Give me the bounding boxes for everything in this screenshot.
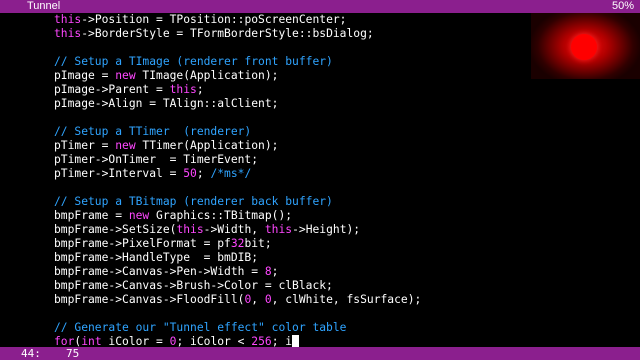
code-token: /*ms*/: [210, 167, 252, 180]
text-cursor: [292, 335, 300, 347]
code-line: bmpFrame = new Graphics::TBitmap();: [54, 209, 292, 223]
status-bar: 44: 75: [0, 347, 640, 360]
code-line: // Setup a TTimer (renderer): [54, 125, 251, 139]
code-token: ; i: [271, 335, 293, 347]
code-token: this: [169, 83, 197, 96]
code-token: pImage =: [54, 69, 116, 82]
window-title: Tunnel: [27, 0, 61, 12]
code-token: pTimer->OnTimer = TimerEvent;: [54, 153, 259, 166]
code-token: this: [54, 13, 82, 26]
code-token: bmpFrame->PixelFormat = pf: [54, 237, 231, 250]
scroll-percent: 50%: [611, 0, 634, 12]
code-token: Graphics::TBitmap();: [149, 209, 293, 222]
code-token: 32: [230, 237, 245, 250]
cursor-line: 44:: [21, 347, 41, 360]
code-token: 8: [264, 265, 272, 278]
code-token: new: [128, 209, 150, 222]
code-token: new: [115, 69, 136, 82]
code-token: bmpFrame->SetSize(: [54, 223, 177, 236]
code-token: bmpFrame->Canvas->FloodFill(: [54, 293, 245, 306]
code-token: for: [54, 335, 75, 347]
code-line: bmpFrame->Canvas->Brush->Color = clBlack…: [54, 279, 333, 293]
code-line: for(int iColor = 0; iColor < 256; i: [54, 335, 300, 347]
code-token: iColor =: [101, 335, 170, 347]
code-token: TTimer(Application);: [135, 139, 279, 152]
code-token: 0: [264, 293, 272, 306]
code-line: bmpFrame->Canvas->Pen->Width = 8;: [54, 265, 278, 279]
code-line: pTimer->OnTimer = TimerEvent;: [54, 153, 258, 167]
code-line: bmpFrame->Canvas->FloodFill(0, 0, clWhit…: [54, 293, 421, 307]
code-line: bmpFrame->HandleType = bmDIB;: [54, 251, 258, 265]
code-token: ;: [271, 265, 279, 278]
code-token: ->Width,: [203, 223, 265, 236]
code-token: , clWhite, fsSurface);: [271, 293, 422, 306]
code-line: bmpFrame->PixelFormat = pf32bit;: [54, 237, 272, 251]
code-token: ->BorderStyle = TFormBorderStyle::bsDial…: [81, 27, 374, 40]
code-token: // Setup a TImage (renderer front buffer…: [54, 55, 333, 68]
code-token: ; iColor <: [176, 335, 252, 347]
code-token: 256: [251, 335, 272, 347]
code-line: // Generate our "Tunnel effect" color ta…: [54, 321, 346, 335]
cursor-column: 75: [66, 347, 80, 360]
code-token: new: [115, 139, 136, 152]
code-token: pImage->Align = TAlign::alClient;: [54, 97, 279, 110]
code-token: bmpFrame->Canvas->Pen->Width =: [54, 265, 265, 278]
code-token: 50: [183, 167, 197, 180]
code-token: // Setup a TBitmap (renderer back buffer…: [54, 195, 333, 208]
tunnel-preview-image: [531, 13, 640, 79]
code-token: ,: [251, 293, 265, 306]
code-token: bmpFrame->HandleType = bmDIB;: [54, 251, 259, 264]
tunnel-center-dot: [571, 34, 597, 60]
code-token: bit;: [244, 237, 272, 250]
code-token: // Generate our "Tunnel effect" color ta…: [54, 321, 347, 334]
code-token: int: [81, 335, 102, 347]
code-line: pTimer->Interval = 50; /*ms*/: [54, 167, 251, 181]
code-line: bmpFrame->SetSize(this->Width, this->Hei…: [54, 223, 360, 237]
title-bar: Tunnel 50%: [0, 0, 640, 13]
code-line: pImage->Align = TAlign::alClient;: [54, 97, 278, 111]
code-token: bmpFrame->Canvas->Brush->Color = clBlack…: [54, 279, 333, 292]
code-line: pImage->Parent = this;: [54, 83, 204, 97]
code-token: ;: [196, 83, 204, 96]
code-token: pImage->Parent =: [54, 83, 170, 96]
code-line: // Setup a TImage (renderer front buffer…: [54, 55, 333, 69]
code-line: this->Position = TPosition::poScreenCent…: [54, 13, 346, 27]
code-token: ->Position = TPosition::poScreenCenter;: [81, 13, 347, 26]
code-token: this: [264, 223, 293, 236]
code-token: pTimer->Interval =: [54, 167, 184, 180]
code-line: // Setup a TBitmap (renderer back buffer…: [54, 195, 333, 209]
code-token: this: [176, 223, 204, 236]
code-token: this: [54, 27, 82, 40]
code-line: pImage = new TImage(Application);: [54, 69, 278, 83]
code-token: pTimer =: [54, 139, 116, 152]
code-token: ->Height);: [292, 223, 361, 236]
code-token: // Setup a TTimer (renderer): [54, 125, 252, 138]
code-token: ;: [196, 167, 211, 180]
code-token: bmpFrame =: [54, 209, 129, 222]
code-line: pTimer = new TTimer(Application);: [54, 139, 278, 153]
code-line: this->BorderStyle = TFormBorderStyle::bs…: [54, 27, 374, 41]
code-token: TImage(Application);: [135, 69, 279, 82]
